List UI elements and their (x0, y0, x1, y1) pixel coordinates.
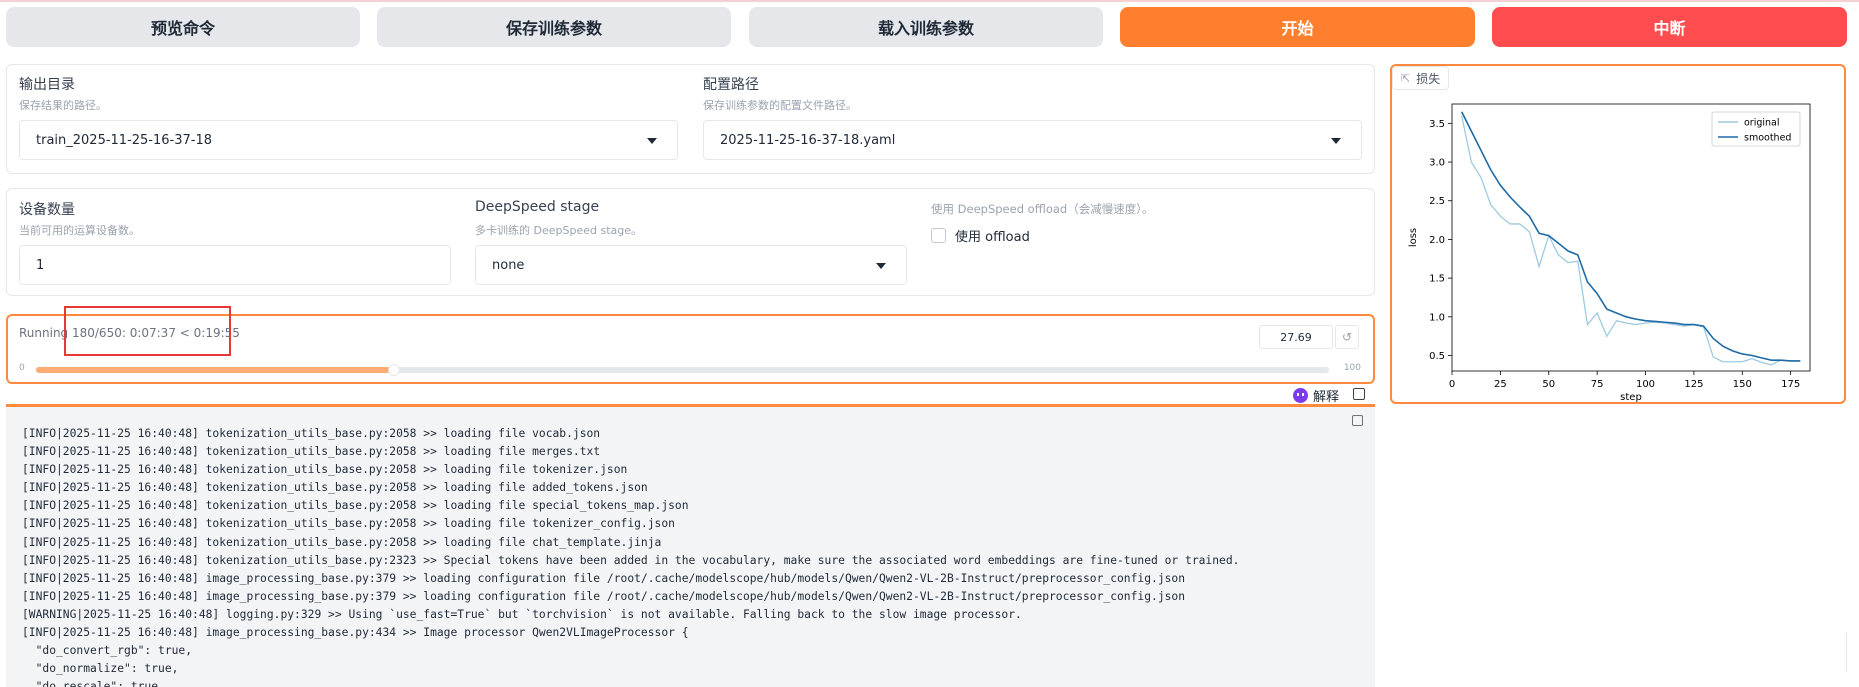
progress-value: 27.69 (1280, 330, 1312, 344)
y-tick-label: 1.0 (1429, 312, 1445, 323)
abort-button[interactable]: 中断 (1492, 7, 1847, 47)
deepspeed-offload-info: 使用 DeepSpeed offload（会减慢速度）。 (931, 202, 1154, 216)
bot-icon (1293, 387, 1308, 403)
config-path-label: 配置路径 (703, 77, 759, 93)
offload-checkbox-label: 使用 offload (955, 230, 1030, 245)
x-tick-label: 150 (1733, 379, 1752, 390)
explain-label: 解释 (1313, 389, 1340, 405)
device-count-input[interactable]: 1 (19, 245, 451, 285)
start-button[interactable]: 开始 (1120, 7, 1475, 47)
y-tick-label: 2.5 (1429, 196, 1445, 207)
chevron-down-icon (876, 263, 886, 269)
log-line: [INFO|2025-11-25 16:40:48] tokenization_… (22, 499, 689, 513)
output-dir-value: train_2025-11-25-16-37-18 (36, 132, 213, 148)
log-line: "do_convert_rgb": true, (22, 644, 193, 658)
loss-chart-panel: ⇱ 损失 0 25 50 75 100 125 150 175 0.5 1.0 1.5 2.0 2.5 3… (1390, 64, 1846, 404)
device-count-label: 设备数量 (19, 202, 75, 218)
x-tick-label: 0 (1449, 379, 1455, 390)
side-floating-widget[interactable] (1846, 632, 1859, 672)
deepspeed-stage-label: DeepSpeed stage (475, 199, 600, 215)
explain-button[interactable]: 解释 (1287, 384, 1346, 406)
load-args-button[interactable]: 载入训练参数 (749, 7, 1103, 47)
config-path-info: 保存训练参数的配置文件路径。 (703, 99, 857, 112)
deepspeed-stage-info: 多卡训练的 DeepSpeed stage。 (475, 224, 642, 237)
log-line: [INFO|2025-11-25 16:40:48] tokenization_… (22, 481, 648, 495)
y-tick-label: 3.0 (1429, 158, 1445, 169)
preview-command-button[interactable]: 预览命令 (6, 7, 360, 47)
config-path-dropdown[interactable]: 2025-11-25-16-37-18.yaml (703, 120, 1362, 160)
chevron-down-icon (647, 138, 657, 144)
log-line: [INFO|2025-11-25 16:40:48] tokenization_… (22, 553, 1240, 567)
log-line: "do_rescale": true, (22, 680, 165, 687)
copy-log-icon[interactable] (1352, 415, 1363, 426)
progress-min-label: 0 (19, 363, 25, 373)
log-line: [INFO|2025-11-25 16:40:48] tokenization_… (22, 517, 675, 531)
output-dir-dropdown[interactable]: train_2025-11-25-16-37-18 (19, 120, 678, 160)
log-line: [INFO|2025-11-25 16:40:48] tokenization_… (22, 445, 601, 459)
save-args-button[interactable]: 保存训练参数 (377, 7, 731, 47)
y-tick-label: 1.5 (1429, 274, 1445, 285)
config-path-value: 2025-11-25-16-37-18.yaml (720, 132, 896, 148)
reset-icon[interactable]: ↺ (1335, 325, 1359, 349)
deepspeed-stage-value: none (492, 257, 525, 273)
copy-icon[interactable] (1353, 388, 1365, 400)
deepspeed-stage-dropdown[interactable]: none (475, 245, 907, 285)
progress-max-label: 100 (1343, 363, 1361, 373)
output-dir-label: 输出目录 (19, 77, 75, 93)
log-line: [INFO|2025-11-25 16:40:48] tokenization_… (22, 535, 662, 549)
log-lines: [INFO|2025-11-25 16:40:48] tokenization_… (22, 425, 1239, 687)
legend-label: smoothed (1744, 133, 1791, 144)
log-line: [INFO|2025-11-25 16:40:48] tokenization_… (22, 427, 601, 440)
x-tick-label: 100 (1636, 379, 1655, 390)
x-tick-label: 75 (1591, 379, 1604, 390)
top-accent-line (0, 0, 1859, 2)
x-tick-label: 175 (1781, 379, 1800, 390)
log-line: [INFO|2025-11-25 16:40:48] image_process… (22, 571, 1186, 585)
offload-checkbox[interactable] (931, 228, 946, 243)
log-line: [INFO|2025-11-25 16:40:48] image_process… (22, 626, 689, 640)
device-count-info: 当前可用的运算设备数。 (19, 224, 140, 237)
log-line: [WARNING|2025-11-25 16:40:48] logging.py… (22, 607, 1022, 621)
progress-track (36, 364, 1329, 376)
log-output: [INFO|2025-11-25 16:40:48] tokenization_… (6, 404, 1375, 687)
device-count-value: 1 (36, 257, 45, 273)
x-tick-label: 25 (1494, 379, 1507, 390)
log-line: "do_normalize": true, (22, 662, 179, 676)
y-axis-label: loss (1408, 228, 1419, 247)
x-axis-label: step (1620, 392, 1642, 402)
log-line: [INFO|2025-11-25 16:40:48] image_process… (22, 589, 1186, 603)
progress-slider-thumb[interactable] (388, 364, 401, 376)
y-tick-label: 0.5 (1429, 351, 1445, 362)
deepspeed-offload-checkbox-row[interactable]: 使用 offload (931, 226, 1030, 245)
progress-value-input[interactable]: 27.69 (1259, 325, 1333, 349)
x-tick-label: 125 (1684, 379, 1703, 390)
legend-label: original (1744, 118, 1780, 129)
annotation-highlight-box (64, 306, 231, 356)
x-tick-label: 50 (1542, 379, 1555, 390)
chevron-down-icon (1331, 138, 1341, 144)
log-line: [INFO|2025-11-25 16:40:48] tokenization_… (22, 463, 628, 477)
y-tick-label: 3.5 (1429, 119, 1445, 130)
loss-chart: 0 25 50 75 100 125 150 175 0.5 1.0 1.5 2.0 2.5 3.0 3.5… (1408, 103, 1811, 402)
y-tick-label: 2.0 (1429, 235, 1445, 246)
output-dir-info: 保存结果的路径。 (19, 99, 107, 112)
series-line-original (1461, 115, 1801, 366)
progress-fill (36, 367, 395, 373)
